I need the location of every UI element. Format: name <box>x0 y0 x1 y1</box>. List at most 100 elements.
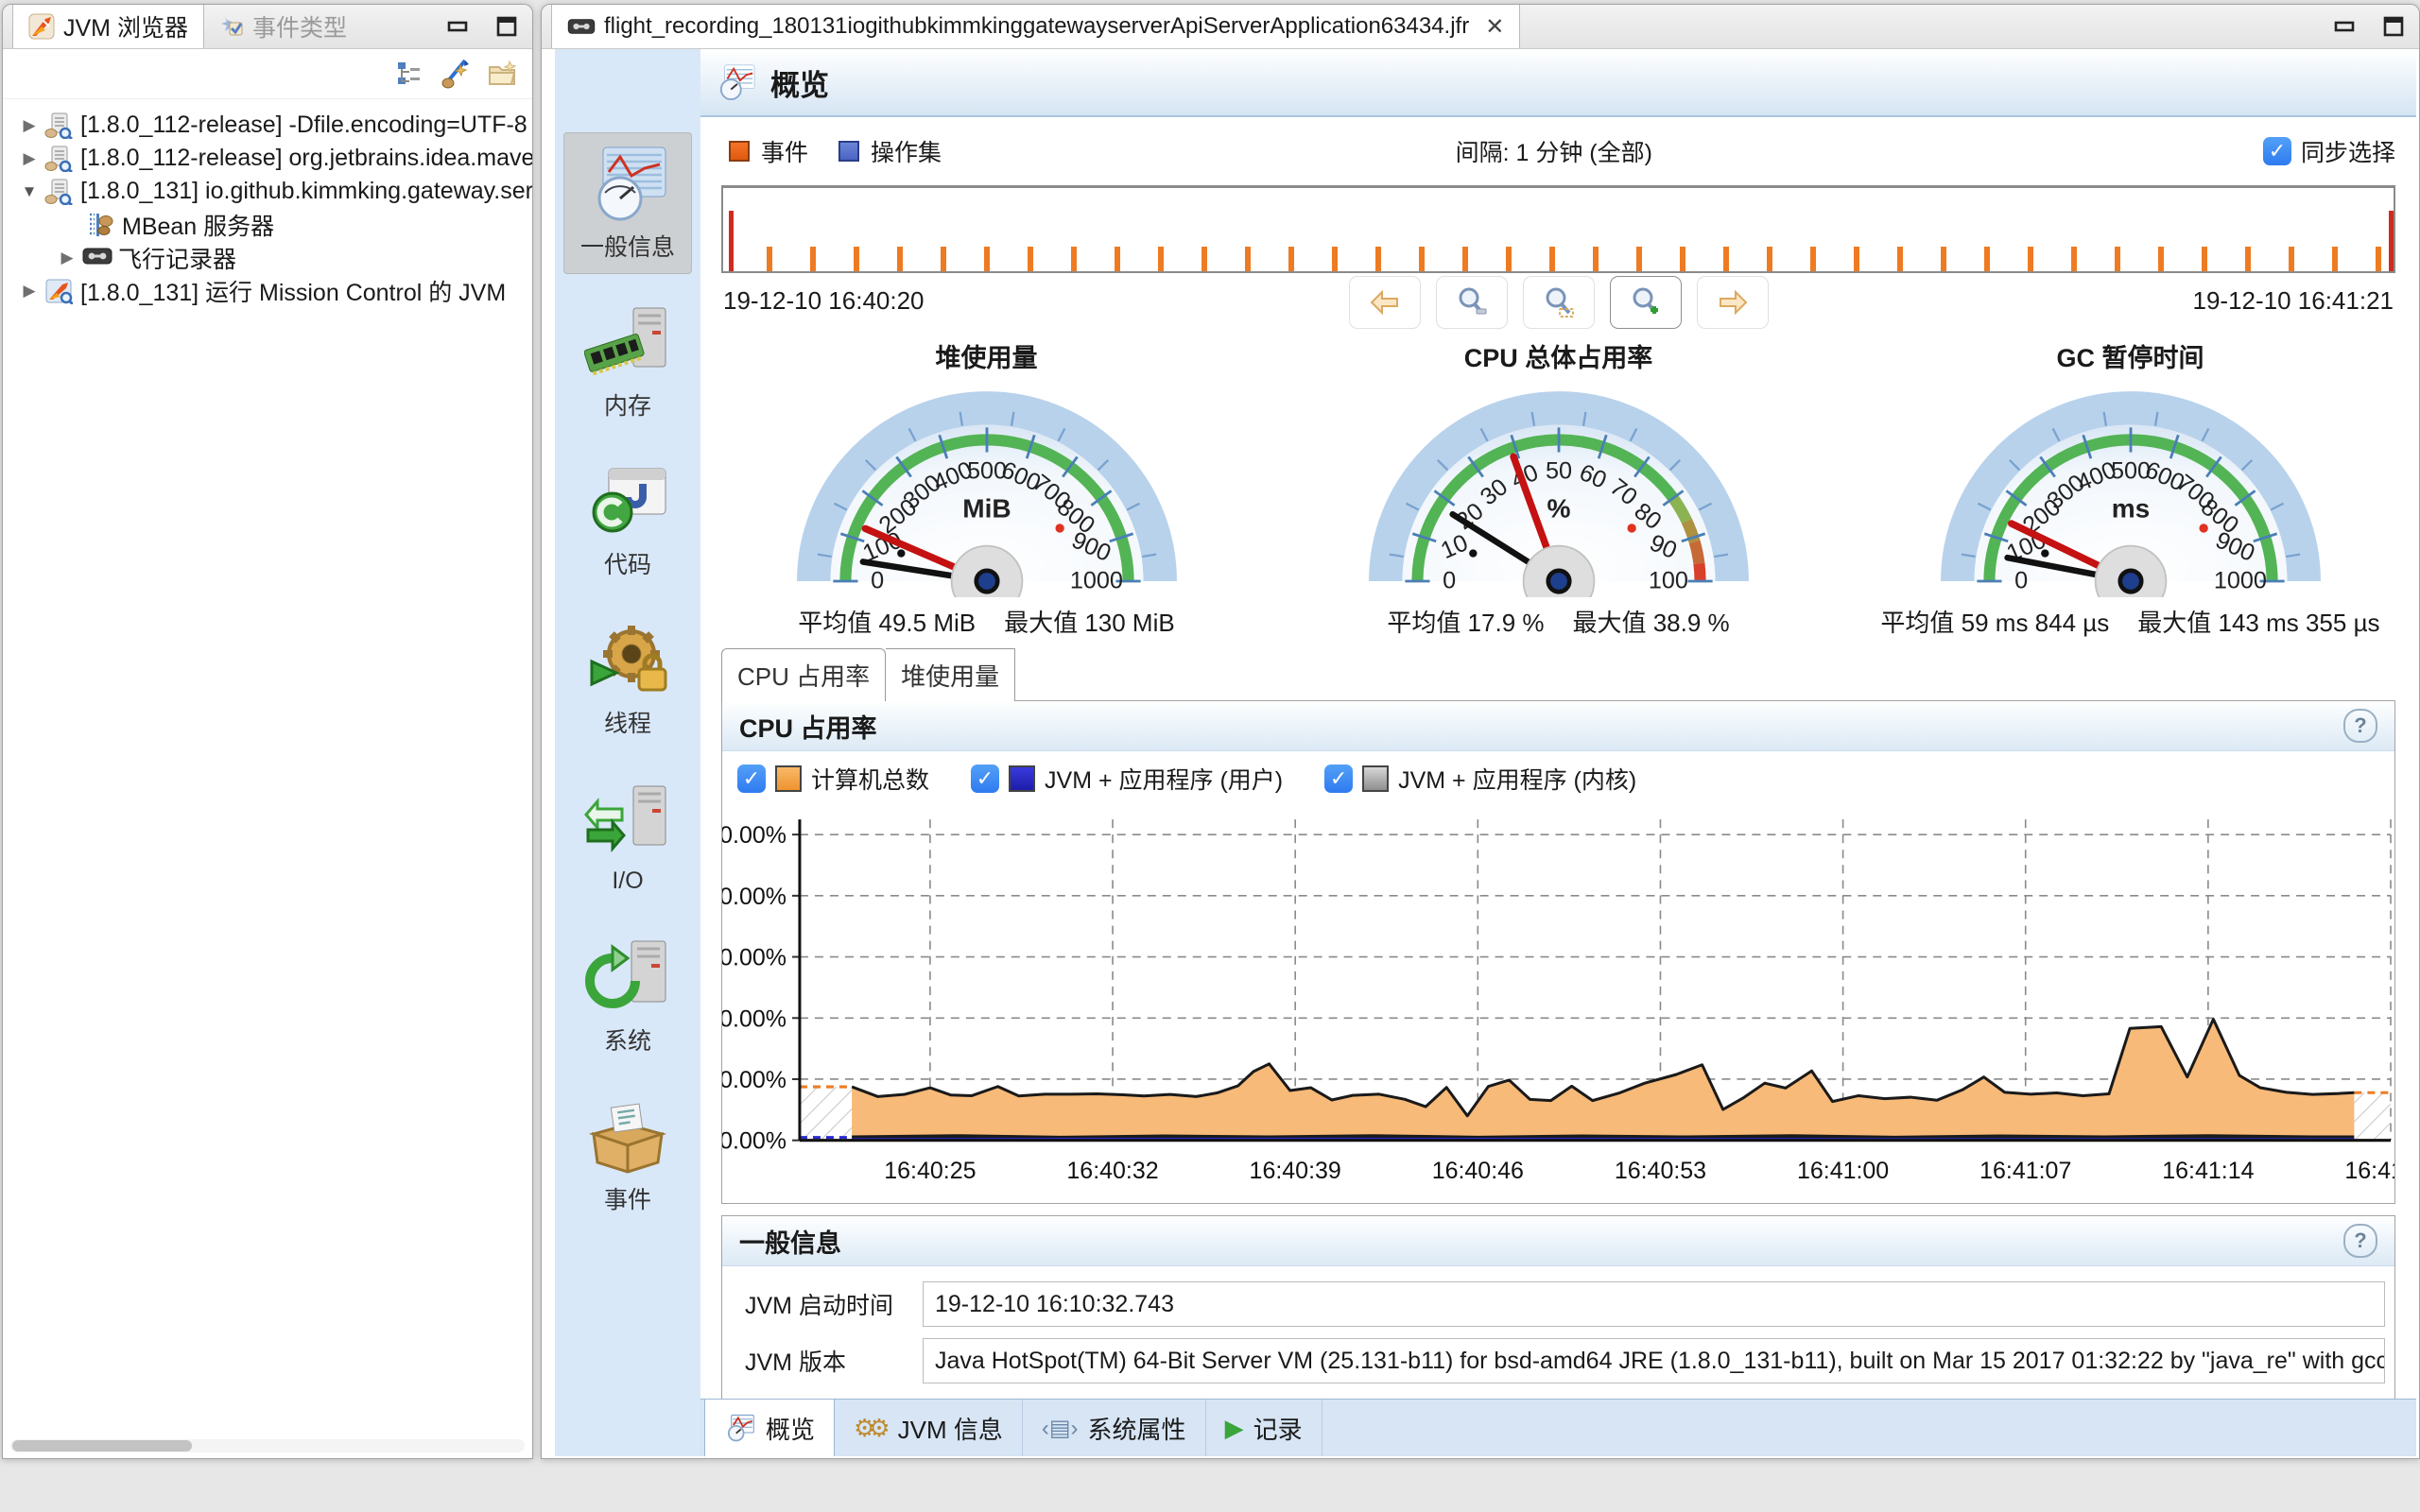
jvm-connection-icon <box>44 146 73 172</box>
tab-jvm-info-label: JVM 信息 <box>898 1411 1003 1446</box>
tree-item[interactable]: MBean 服务器 <box>3 208 532 241</box>
sync-selection-checkbox[interactable]: ✓ <box>2263 137 2291 165</box>
jvm-browser-hscrollbar[interactable] <box>10 1439 525 1452</box>
sidebar-item-events[interactable]: 事件 <box>563 1085 692 1227</box>
timeline-event-ticks <box>729 247 2394 271</box>
help-icon[interactable]: ? <box>2343 1224 2377 1258</box>
legend-checkbox[interactable]: ✓ <box>971 765 999 793</box>
tree-item-label: [1.8.0_131] 运行 Mission Control 的 JVM <box>80 274 506 307</box>
expand-arrow-icon[interactable]: ▶ <box>20 116 39 135</box>
cpu-legend: ✓ 计算机总数 ✓ JVM + 应用程序 (用户) ✓ JVM + 应用程序 (… <box>722 751 2394 806</box>
cpu-section-title: CPU 占用率 <box>739 708 877 745</box>
timeline-end-time: 19-12-10 16:41:21 <box>2192 286 2394 316</box>
open-folder-icon[interactable] <box>487 58 519 90</box>
legend-jvm-user[interactable]: ✓ JVM + 应用程序 (用户) <box>971 762 1283 796</box>
legend-checkbox[interactable]: ✓ <box>737 765 766 793</box>
new-connection-icon[interactable] <box>440 58 472 90</box>
tree-item[interactable]: ▶ 飞行记录器 <box>3 241 532 274</box>
cpu-usage-panel: CPU 占用率 ? ✓ 计算机总数 ✓ JVM + 应用程序 (用户) ✓ JV <box>721 700 2395 1204</box>
tree-layout-icon[interactable] <box>394 59 424 89</box>
tab-jvm-browser[interactable]: JVM 浏览器 <box>12 5 204 48</box>
zoom-out-icon <box>1456 286 1488 318</box>
legend-label: 计算机总数 <box>811 762 929 796</box>
tab-flight-recording[interactable]: flight_recording_180131iogithubkimmkingg… <box>551 5 1520 48</box>
svg-text:20.00%: 20.00% <box>722 1067 786 1093</box>
tab-cpu-usage[interactable]: CPU 占用率 <box>721 648 886 701</box>
legend-total-cpu[interactable]: ✓ 计算机总数 <box>737 762 929 796</box>
tree-item[interactable]: ▼ [1.8.0_131] io.github.kimmking.gateway… <box>3 175 532 208</box>
close-tab-icon[interactable]: ✕ <box>1485 13 1504 41</box>
recording-timeline[interactable] <box>721 185 2395 273</box>
tree-item[interactable]: ▶ [1.8.0_131] 运行 Mission Control 的 JVM <box>3 274 532 307</box>
jvm-browser-toolbar <box>3 49 532 99</box>
minimize-button[interactable] <box>2332 14 2357 39</box>
event-types-icon <box>219 14 244 39</box>
overview-icon <box>716 63 757 101</box>
maximize-icon <box>2382 15 2405 38</box>
maximize-button[interactable] <box>2381 14 2406 39</box>
sidebar-item-label: 系统 <box>604 1022 651 1057</box>
svg-text:16:40:32: 16:40:32 <box>1066 1158 1158 1184</box>
timeline-end-marker <box>2389 211 2394 271</box>
events-swatch <box>729 141 750 162</box>
maximize-button[interactable] <box>494 14 519 39</box>
tree-item[interactable]: ▶ [1.8.0_112-release] org.jetbrains.idea… <box>3 142 532 175</box>
jvm-start-time-field[interactable]: 19-12-10 16:10:32.743 <box>923 1281 2385 1327</box>
jvm-tree: ▶ [1.8.0_112-release] -Dfile.encoding=UT… <box>3 99 532 307</box>
sidebar-item-io[interactable]: I/O <box>563 767 692 909</box>
zoom-out-button[interactable] <box>1436 276 1508 329</box>
help-icon[interactable]: ? <box>2343 709 2377 743</box>
svg-text:ms: ms <box>2111 494 2150 524</box>
system-properties-icon: ‹▤› <box>1042 1415 1079 1442</box>
pan-right-button[interactable] <box>1697 276 1769 329</box>
legend-label: JVM + 应用程序 (内核) <box>1398 762 1636 796</box>
jvm-start-time-label: JVM 启动时间 <box>734 1287 923 1321</box>
cpu-usage-chart[interactable]: 0.00%20.00%40.00%60.00%80.00%100.00%16:4… <box>722 806 2394 1203</box>
sidebar-item-general[interactable]: 一般信息 <box>563 132 692 274</box>
jvm-version-field[interactable]: Java HotSpot(TM) 64-Bit Server VM (25.13… <box>923 1338 2385 1383</box>
tab-jvm-info[interactable]: ⚙⚙ JVM 信息 <box>835 1400 1023 1456</box>
svg-text:16:40:25: 16:40:25 <box>884 1158 976 1184</box>
expand-arrow-icon[interactable]: ▶ <box>20 282 39 301</box>
svg-text:1000: 1000 <box>1069 568 1122 594</box>
legend-jvm-kernel[interactable]: ✓ JVM + 应用程序 (内核) <box>1324 762 1636 796</box>
zoom-in-button[interactable] <box>1610 276 1682 329</box>
tab-system-properties-label: 系统属性 <box>1088 1411 1186 1446</box>
tree-item[interactable]: ▶ [1.8.0_112-release] -Dfile.encoding=UT… <box>3 109 532 142</box>
tab-heap-usage[interactable]: 堆使用量 <box>886 648 1015 701</box>
expand-arrow-icon[interactable]: ▶ <box>58 249 77 267</box>
chart-tabs: CPU 占用率 堆使用量 <box>721 648 2416 701</box>
tab-system-properties[interactable]: ‹▤› 系统属性 <box>1023 1400 1206 1456</box>
interval-label: 间隔: 1 分钟 (全部) <box>1456 134 1652 168</box>
zoom-selection-button[interactable] <box>1523 276 1595 329</box>
pan-left-button[interactable] <box>1349 276 1421 329</box>
sidebar-item-memory[interactable]: 内存 <box>563 291 692 433</box>
total-cpu-swatch <box>775 765 802 792</box>
sync-selection-group[interactable]: ✓ 同步选择 <box>2263 134 2395 168</box>
info-fields: JVM 启动时间 19-12-10 16:10:32.743 JVM 版本 Ja… <box>722 1266 2394 1404</box>
tab-jvm-browser-label: JVM 浏览器 <box>63 9 188 43</box>
legend-checkbox[interactable]: ✓ <box>1324 765 1353 793</box>
gauge-title: GC 暂停时间 <box>2056 337 2204 374</box>
scrollbar-thumb[interactable] <box>12 1440 192 1452</box>
svg-text:%: % <box>1547 494 1570 524</box>
overview-page: 概览 事件 操作集 间隔: 1 分钟 (全部) ✓ 同步选择 19-12-10 … <box>700 49 2416 1456</box>
sidebar-item-system[interactable]: 系统 <box>563 926 692 1068</box>
sidebar-item-label: I/O <box>612 868 643 895</box>
tab-event-types[interactable]: 事件类型 <box>204 5 362 48</box>
expand-arrow-icon[interactable]: ▶ <box>20 149 39 168</box>
collapse-arrow-icon[interactable]: ▼ <box>20 182 39 201</box>
operative-set-label: 操作集 <box>871 134 942 168</box>
tab-overview[interactable]: 概览 <box>704 1400 835 1456</box>
minimize-button[interactable] <box>445 14 470 39</box>
tree-item-label: MBean 服务器 <box>122 208 274 241</box>
svg-text:16:41:07: 16:41:07 <box>1979 1158 2071 1184</box>
gauges-row: 堆使用量 01002003004005006007008009001000MiB… <box>700 337 2416 639</box>
svg-text:MiB: MiB <box>962 494 1011 524</box>
sidebar-item-label: 内存 <box>604 387 651 421</box>
jvm-browser-titlebar: JVM 浏览器 事件类型 <box>3 5 532 49</box>
maximize-icon <box>495 15 518 38</box>
sidebar-item-threads[interactable]: 线程 <box>563 609 692 750</box>
sidebar-item-code[interactable]: 代码 <box>563 450 692 592</box>
tab-recording[interactable]: ▶ 记录 <box>1206 1400 1322 1456</box>
